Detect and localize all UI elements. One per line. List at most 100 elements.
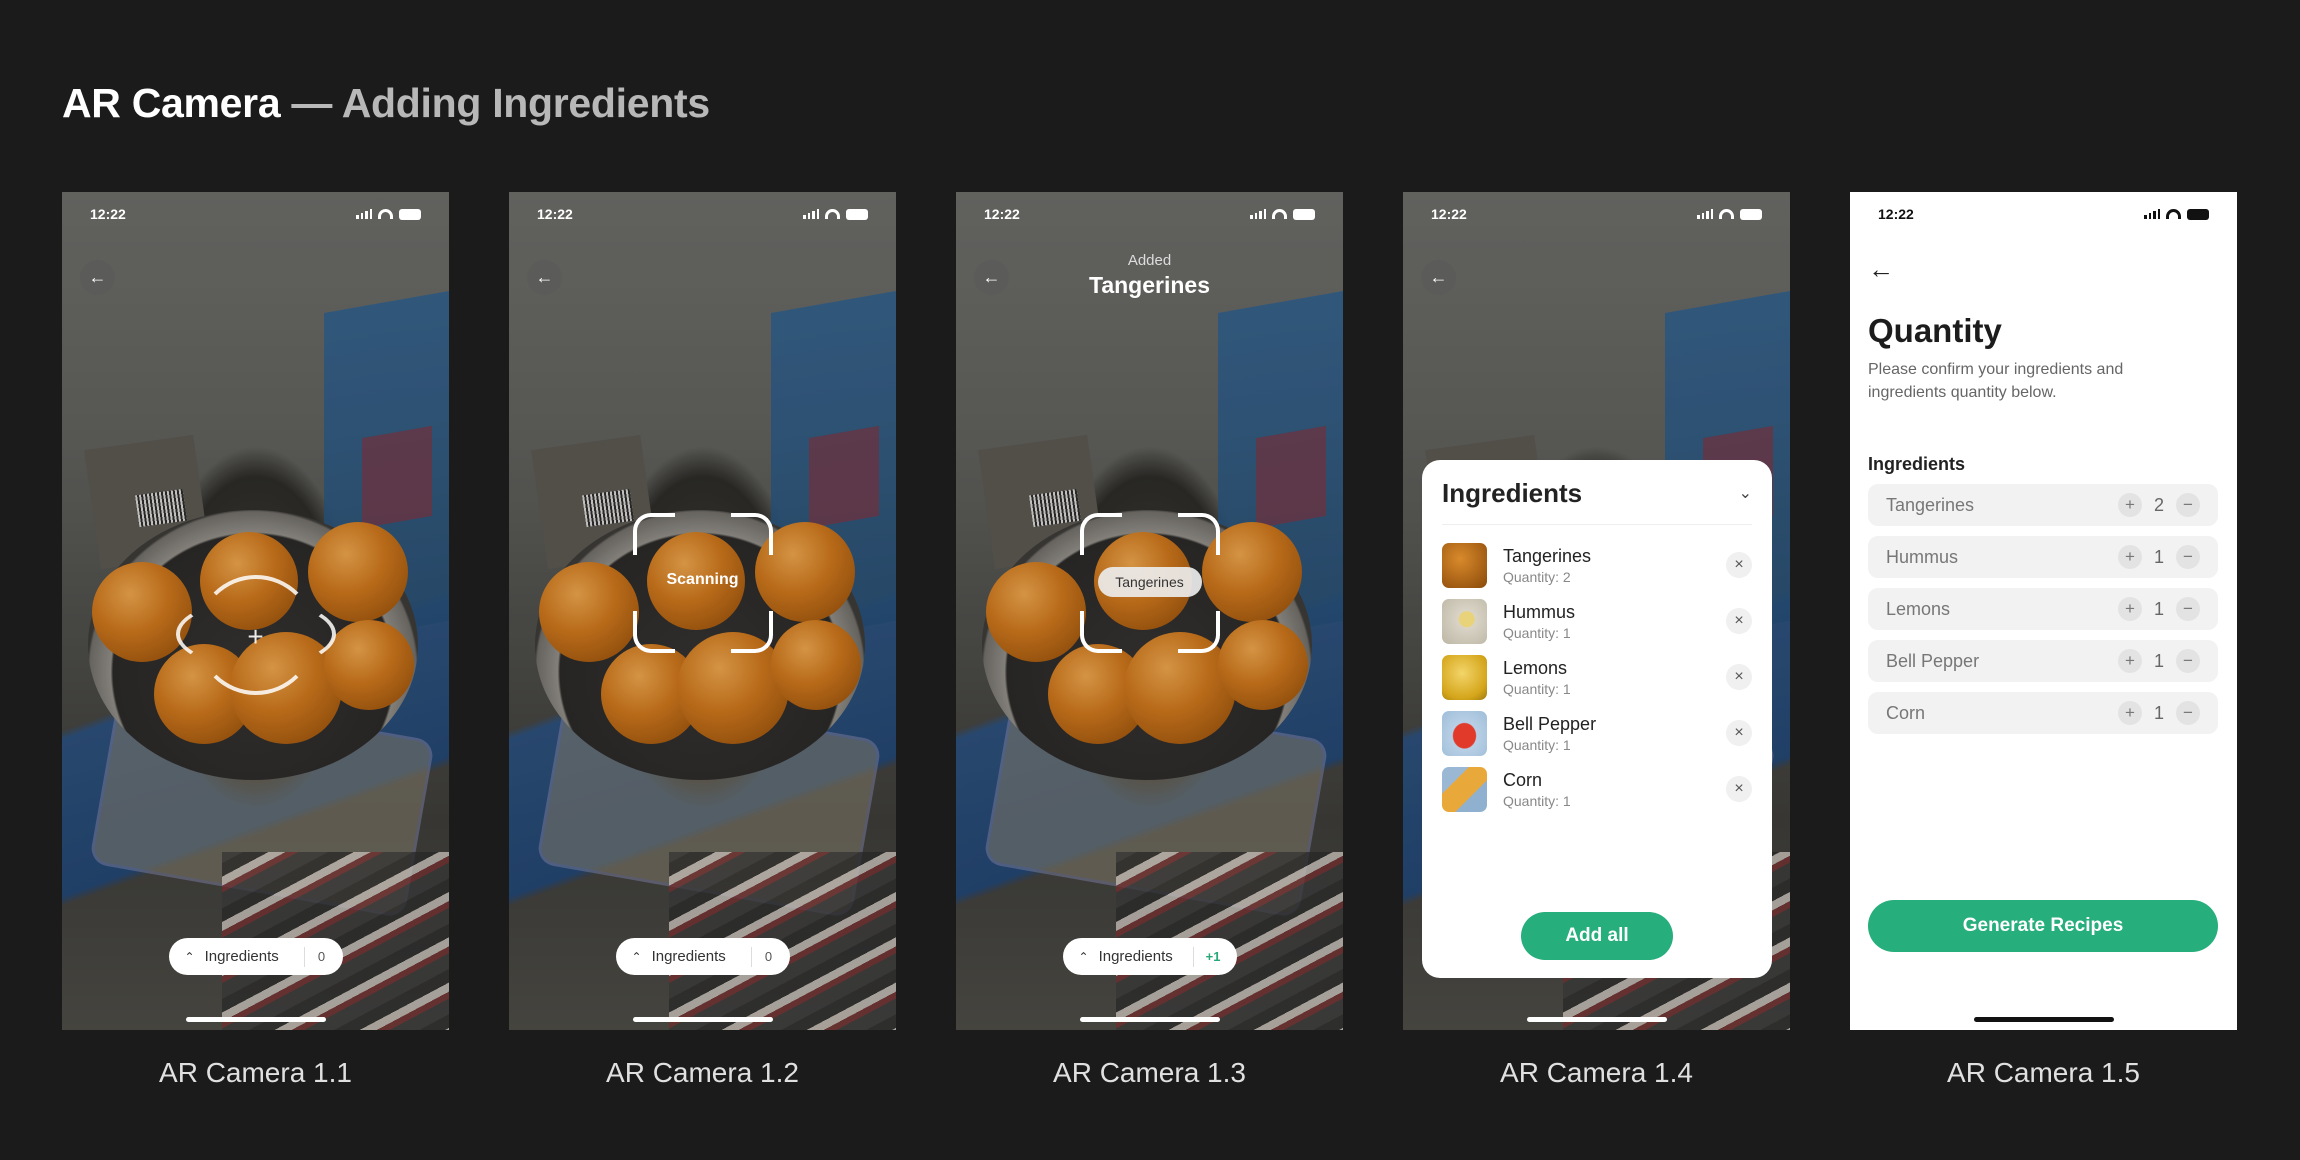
item-count: 1 bbox=[2153, 702, 2164, 723]
wifi-icon bbox=[1272, 209, 1287, 219]
screen-ar-camera-1-2: 12:22 ← Scanning ⌃ Ingredients 0 bbox=[509, 192, 896, 1030]
plus-icon: + bbox=[247, 621, 264, 652]
tangerines-thumbnail bbox=[1442, 542, 1487, 588]
added-item: Tangerines bbox=[1089, 272, 1210, 298]
chip-count: 0 bbox=[317, 949, 326, 964]
quantity-row: Corn + 1 − bbox=[1868, 692, 2218, 734]
status-time: 12:22 bbox=[1431, 206, 1467, 222]
minus-icon[interactable]: − bbox=[2176, 545, 2200, 569]
item-quantity: Quantity: 1 bbox=[1503, 680, 1571, 697]
screen-ar-camera-1-4: 12:22 ← Ingredients ⌄ Tangerines Quantity… bbox=[1403, 192, 1790, 1030]
item-name: Lemons bbox=[1503, 657, 1568, 678]
ingredients-chip[interactable]: ⌃ Ingredients +1 bbox=[1062, 938, 1237, 975]
item-quantity: Quantity: 2 bbox=[1503, 568, 1571, 585]
chip-label: Ingredients bbox=[1098, 948, 1173, 965]
plus-icon[interactable]: + bbox=[2118, 701, 2142, 725]
chip-label: Ingredients bbox=[204, 948, 279, 965]
page-title-dash: — bbox=[280, 80, 342, 126]
item-name: Tangerines bbox=[1503, 545, 1592, 566]
home-indicator bbox=[1526, 1017, 1667, 1022]
add-all-button[interactable]: Add all bbox=[1521, 912, 1673, 960]
ingredients-chip[interactable]: ⌃ Ingredients 0 bbox=[168, 938, 343, 975]
signal-icon bbox=[356, 209, 372, 219]
close-icon: × bbox=[1734, 612, 1744, 629]
item-name: Corn bbox=[1886, 702, 1926, 723]
signal-icon bbox=[1697, 209, 1713, 219]
hummus-thumbnail bbox=[1442, 598, 1487, 644]
screen-caption: AR Camera 1.2 bbox=[606, 1057, 799, 1088]
detected-tag[interactable]: Tangerines bbox=[1097, 567, 1202, 597]
remove-button[interactable]: × bbox=[1726, 720, 1752, 746]
item-name: Lemons bbox=[1886, 598, 1951, 619]
status-time: 12:22 bbox=[537, 206, 573, 222]
generate-recipes-button[interactable]: Generate Recipes bbox=[1868, 900, 2218, 952]
item-name: Hummus bbox=[1886, 546, 1959, 567]
chevron-down-icon[interactable]: ⌄ bbox=[1739, 483, 1752, 503]
back-arrow-icon: ← bbox=[1429, 267, 1448, 287]
ingredients-sheet: Ingredients ⌄ Tangerines Quantity: 2 × Hu… bbox=[1422, 460, 1772, 978]
plus-icon[interactable]: + bbox=[2118, 545, 2142, 569]
quantity-row: Lemons + 1 − bbox=[1868, 588, 2218, 630]
battery-icon bbox=[1740, 208, 1762, 220]
page-title-primary: AR Camera bbox=[62, 80, 281, 126]
wifi-icon bbox=[1719, 209, 1734, 219]
plus-icon[interactable]: + bbox=[2118, 649, 2142, 673]
quantity-row: Bell Pepper + 1 − bbox=[1868, 640, 2218, 682]
home-indicator bbox=[185, 1017, 326, 1022]
remove-button[interactable]: × bbox=[1726, 776, 1752, 802]
back-button[interactable]: ← bbox=[527, 260, 562, 295]
added-label: Added bbox=[1127, 252, 1172, 269]
battery-icon bbox=[1293, 208, 1315, 220]
screen-caption: AR Camera 1.5 bbox=[1947, 1057, 2140, 1088]
ingredients-chip[interactable]: ⌃ Ingredients 0 bbox=[615, 938, 790, 975]
remove-button[interactable]: × bbox=[1726, 664, 1752, 690]
battery-icon bbox=[2187, 208, 2209, 220]
minus-icon[interactable]: − bbox=[2176, 649, 2200, 673]
page-title: AR Camera — Adding Ingredients bbox=[62, 80, 710, 127]
close-icon: × bbox=[1734, 724, 1744, 741]
plus-icon[interactable]: + bbox=[2118, 597, 2142, 621]
minus-icon[interactable]: − bbox=[2176, 493, 2200, 517]
item-quantity: Quantity: 1 bbox=[1503, 624, 1571, 641]
battery-icon bbox=[846, 208, 868, 220]
plus-icon[interactable]: + bbox=[2118, 493, 2142, 517]
back-arrow-icon: ← bbox=[88, 267, 107, 287]
chip-label: Ingredients bbox=[651, 948, 726, 965]
quantity-subtitle: Please confirm your ingredients and ingr… bbox=[1868, 361, 2124, 401]
battery-icon bbox=[399, 208, 421, 220]
item-name: Tangerines bbox=[1886, 494, 1975, 515]
list-item: Lemons Quantity: 1 × bbox=[1442, 649, 1752, 705]
lemons-thumbnail bbox=[1442, 654, 1487, 700]
back-button[interactable]: ← bbox=[1421, 260, 1456, 295]
list-item: Tangerines Quantity: 2 × bbox=[1442, 537, 1752, 593]
screen-ar-camera-1-3: 12:22 ← Added Tangerines Tangerines ⌃ In… bbox=[956, 192, 1343, 1030]
quantity-row: Hummus + 1 − bbox=[1868, 536, 2218, 578]
chip-count: +1 bbox=[1205, 949, 1221, 964]
status-bar: 12:22 bbox=[1403, 204, 1790, 224]
back-arrow-icon[interactable]: ← bbox=[1868, 254, 1894, 285]
back-button[interactable]: ← bbox=[80, 260, 115, 295]
wifi-icon bbox=[378, 209, 393, 219]
chevron-up-icon: ⌃ bbox=[184, 949, 195, 964]
item-quantity: Quantity: 1 bbox=[1503, 736, 1571, 753]
screen-caption: AR Camera 1.4 bbox=[1500, 1057, 1693, 1088]
item-name: Bell Pepper bbox=[1503, 713, 1597, 734]
remove-button[interactable]: × bbox=[1726, 552, 1752, 578]
chevron-up-icon: ⌃ bbox=[631, 949, 642, 964]
item-quantity: Quantity: 1 bbox=[1503, 792, 1571, 809]
page-title-secondary: Adding Ingredients bbox=[341, 80, 710, 126]
signal-icon bbox=[803, 209, 819, 219]
signal-icon bbox=[1250, 209, 1266, 219]
item-name: Hummus bbox=[1503, 601, 1576, 622]
minus-icon[interactable]: − bbox=[2176, 701, 2200, 725]
remove-button[interactable]: × bbox=[1726, 608, 1752, 634]
minus-icon[interactable]: − bbox=[2176, 597, 2200, 621]
list-item: Corn Quantity: 1 × bbox=[1442, 761, 1752, 817]
signal-icon bbox=[2144, 209, 2160, 219]
item-count: 1 bbox=[2153, 546, 2164, 567]
added-toast: Added Tangerines bbox=[956, 252, 1343, 299]
quantity-list: Tangerines + 2 − Hummus + 1 − Lemons + 1… bbox=[1868, 484, 2218, 744]
item-count: 2 bbox=[2153, 494, 2164, 515]
item-name: Corn bbox=[1503, 769, 1543, 790]
item-count: 1 bbox=[2153, 598, 2164, 619]
